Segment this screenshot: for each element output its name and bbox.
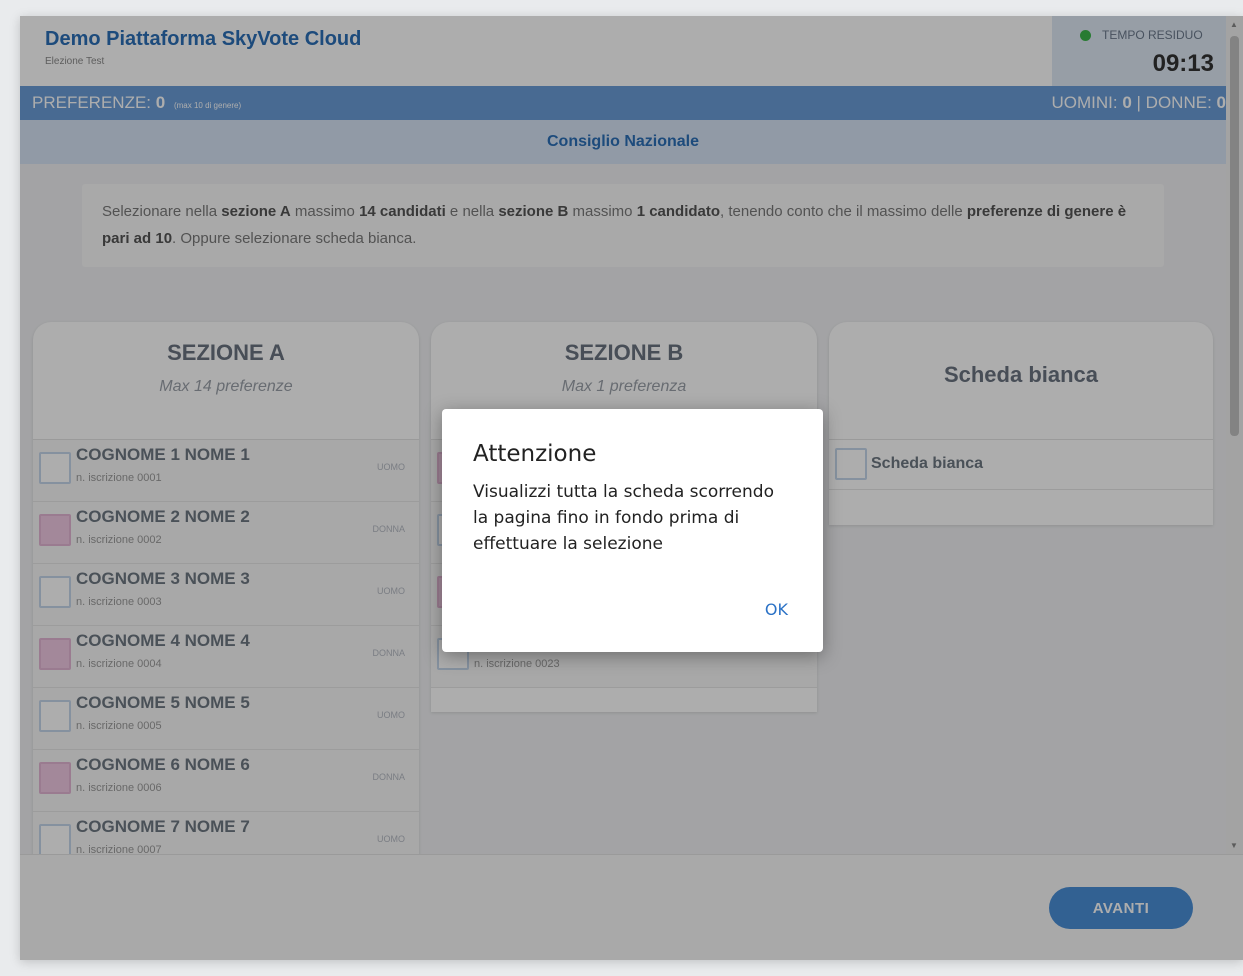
dialog-message: Visualizzi tutta la scheda scorrendo la … [473, 482, 774, 554]
attention-dialog: Attenzione Visualizzi tutta la scheda sc… [442, 409, 823, 652]
ok-button[interactable]: OK [765, 600, 788, 619]
dialog-title: Attenzione [473, 441, 597, 467]
